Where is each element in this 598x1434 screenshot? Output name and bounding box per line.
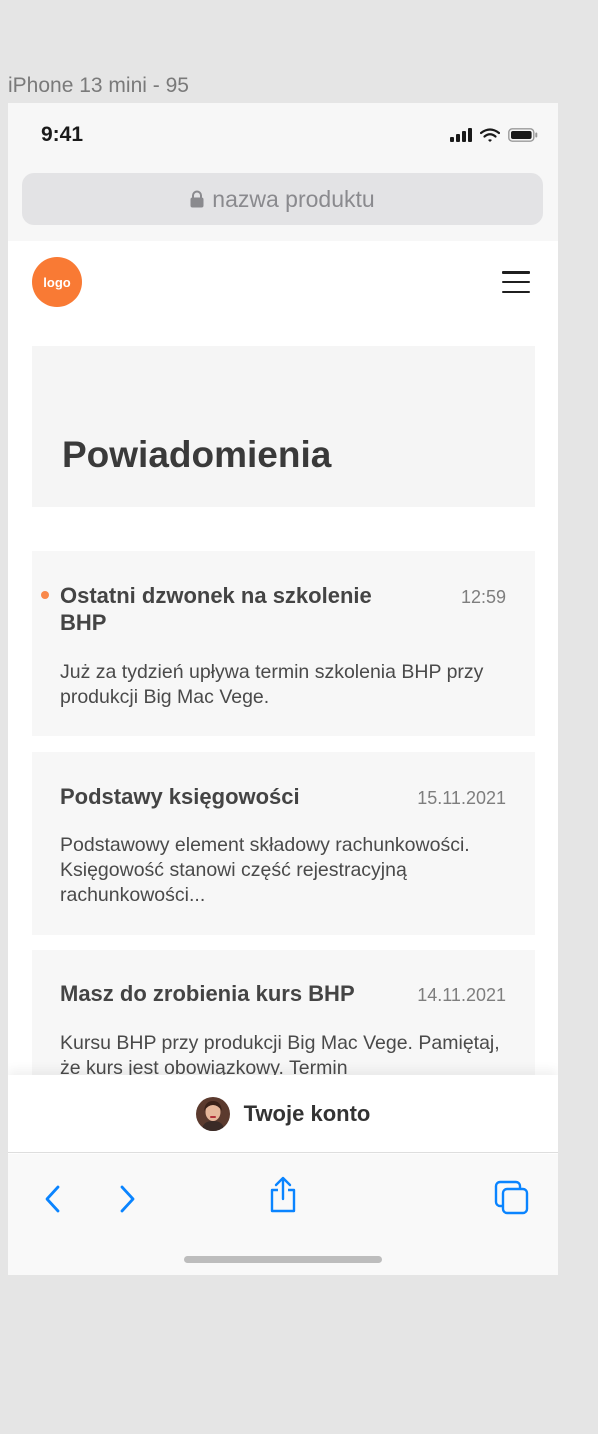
url-area: nazwa produktu [8,167,558,241]
notification-item[interactable]: Ostatni dzwonek na szkolenie BHP 12:59 J… [32,551,535,736]
notification-title: Ostatni dzwonek na szkolenie BHP [60,583,372,635]
wifi-icon [480,127,500,142]
notification-time: 12:59 [460,587,506,607]
notification-item[interactable]: Podstawy księgowości 15.11.2021 Podstawo… [32,752,535,935]
url-bar[interactable]: nazwa produktu [22,173,543,225]
notification-title: Podstawy księgowości [60,784,300,809]
frame-label: iPhone 13 mini - 95 [8,74,189,97]
chevron-left-icon[interactable] [42,1184,62,1214]
share-icon[interactable] [268,1176,298,1214]
notification-body: Podstawowy element składowy rachunkowośc… [60,834,470,906]
notification-body: Już za tydzień upływa termin szkolenia B… [60,661,484,708]
account-label: Twoje konto [243,1100,371,1126]
tabs-icon[interactable] [494,1180,530,1216]
chevron-right-icon[interactable] [118,1184,138,1214]
browser-toolbar [8,1154,558,1275]
lock-icon [190,190,204,208]
avatar [195,1096,230,1131]
title-banner: Powiadomienia [32,346,535,507]
account-button[interactable]: Twoje konto [8,1075,558,1153]
url-text: nazwa produktu [212,185,375,212]
phone-screen: 9:41 nazwa produktu logo Powiadomienia O… [8,103,558,1275]
page-title: Powiadomienia [62,434,332,475]
unread-indicator [41,591,49,599]
logo[interactable]: logo [32,257,82,307]
notification-title: Masz do zrobienia kurs BHP [60,981,355,1006]
hamburger-menu-icon[interactable] [502,271,530,293]
status-bar: 9:41 [8,103,558,167]
status-time: 9:41 [41,123,84,146]
notification-time: 15.11.2021 [417,788,506,808]
notification-body: Kursu BHP przy produkcji Big Mac Vege. P… [60,1032,500,1079]
battery-icon [508,128,538,142]
cellular-signal-icon [450,128,472,142]
notification-time: 14.11.2021 [417,985,506,1005]
status-icons [450,127,538,143]
home-indicator [184,1256,382,1263]
